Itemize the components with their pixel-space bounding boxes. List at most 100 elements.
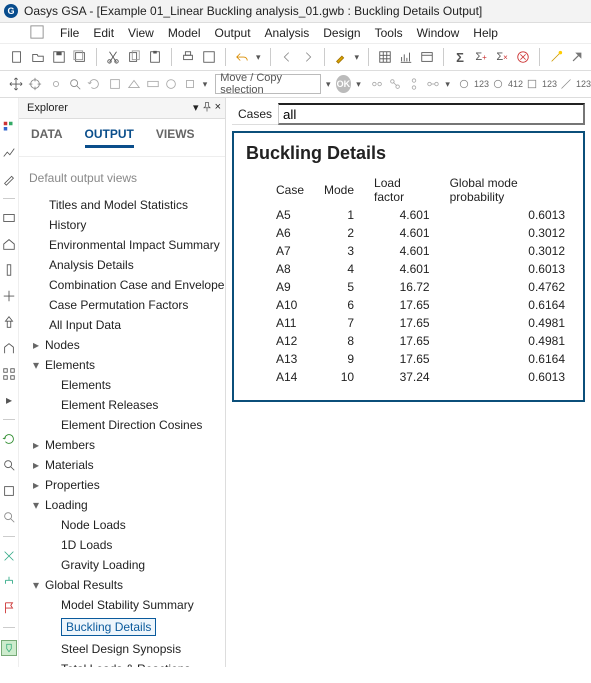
chart-icon[interactable]: [397, 48, 415, 66]
strip-pen-icon[interactable]: [2, 172, 16, 186]
view1-icon[interactable]: [107, 75, 123, 93]
tree-total-loads-reactions[interactable]: Total Loads & Reactions: [61, 659, 221, 667]
menu-window[interactable]: Window: [417, 23, 460, 43]
rotate-icon[interactable]: [86, 75, 102, 93]
menu-design[interactable]: Design: [323, 23, 360, 43]
tree-model-stability-summary[interactable]: Model Stability Summary: [61, 595, 221, 615]
move-copy-dropdown[interactable]: ▾: [324, 79, 333, 90]
menu-help[interactable]: Help: [473, 23, 498, 43]
tree-steel-design-synopsis[interactable]: Steel Design Synopsis: [61, 639, 221, 659]
strip-box-icon[interactable]: [2, 211, 16, 225]
print-icon[interactable]: [179, 48, 197, 66]
view2-icon[interactable]: [126, 75, 142, 93]
tree-properties[interactable]: Properties: [27, 475, 221, 495]
pin-icon[interactable]: [201, 101, 213, 116]
explorer-dropdown-icon[interactable]: ▾: [193, 101, 199, 116]
tree-global-results[interactable]: Global Results: [27, 575, 221, 595]
view4-icon[interactable]: [163, 75, 179, 93]
tree-1d-loads[interactable]: 1D Loads: [61, 535, 221, 555]
tree-titles-and-model-statistics[interactable]: Titles and Model Statistics: [27, 195, 221, 215]
cases-input[interactable]: [278, 103, 585, 125]
strip-square-icon[interactable]: [2, 484, 16, 498]
strip-marker-icon[interactable]: [1, 640, 17, 656]
cancel-icon[interactable]: [514, 48, 532, 66]
menu-file[interactable]: File: [60, 23, 79, 43]
ok-button[interactable]: OK: [336, 75, 352, 93]
menu-analysis[interactable]: Analysis: [265, 23, 310, 43]
grid-icon[interactable]: [376, 48, 394, 66]
brush-icon[interactable]: [332, 48, 350, 66]
strip-flag-icon[interactable]: [2, 601, 16, 615]
ok-dropdown[interactable]: ▾: [354, 79, 363, 90]
menu-view[interactable]: View: [128, 23, 154, 43]
strip-col-icon[interactable]: [2, 263, 16, 277]
tree-analysis-details[interactable]: Analysis Details: [27, 255, 221, 275]
tree-element-releases[interactable]: Element Releases: [61, 395, 221, 415]
tree-case-permutation-factors[interactable]: Case Permutation Factors: [27, 295, 221, 315]
target-icon[interactable]: [27, 75, 43, 93]
copy-icon[interactable]: [125, 48, 143, 66]
menu-edit[interactable]: Edit: [93, 23, 114, 43]
unit-4[interactable]: 123: [560, 78, 591, 90]
strip-refresh-icon[interactable]: [2, 432, 16, 446]
preview-icon[interactable]: [200, 48, 218, 66]
tree-loading[interactable]: Loading: [27, 495, 221, 515]
strip-grid-icon[interactable]: [2, 367, 16, 381]
tab-data[interactable]: DATA: [31, 127, 63, 148]
paste-icon[interactable]: [146, 48, 164, 66]
wand-icon[interactable]: [547, 48, 565, 66]
tree-elements[interactable]: Elements: [61, 375, 221, 395]
tree-gravity-loading[interactable]: Gravity Loading: [61, 555, 221, 575]
tree-element-direction-cosines[interactable]: Element Direction Cosines: [61, 415, 221, 435]
tab-output[interactable]: OUTPUT: [85, 127, 134, 148]
chain-dropdown[interactable]: ▾: [443, 79, 452, 90]
close-icon[interactable]: ×: [215, 101, 221, 116]
strip-tree-icon[interactable]: [2, 575, 16, 589]
undo-dropdown[interactable]: ▾: [254, 52, 263, 63]
strip-layers-icon[interactable]: [2, 120, 16, 134]
cut-icon[interactable]: [104, 48, 122, 66]
sigma-x-icon[interactable]: Σ×: [493, 48, 511, 66]
hammer-icon[interactable]: [568, 48, 586, 66]
tree-elements[interactable]: Elements: [27, 355, 221, 375]
tree-node-loads[interactable]: Node Loads: [61, 515, 221, 535]
strip-up-icon[interactable]: [2, 315, 16, 329]
unit-2[interactable]: 412: [492, 78, 523, 90]
tree-buckling-details[interactable]: Buckling Details: [61, 615, 221, 639]
tree-nodes[interactable]: Nodes: [27, 335, 221, 355]
chain2-icon[interactable]: [387, 75, 403, 93]
menu-tools[interactable]: Tools: [375, 23, 403, 43]
open-icon[interactable]: [29, 48, 47, 66]
strip-tri-icon[interactable]: ▸: [2, 393, 16, 407]
sigma-icon[interactable]: Σ: [451, 48, 469, 66]
zoom-icon[interactable]: [67, 75, 83, 93]
chain1-icon[interactable]: [369, 75, 385, 93]
strip-search2-icon[interactable]: [2, 510, 16, 524]
strip-search-icon[interactable]: [2, 458, 16, 472]
arrow-left-icon[interactable]: [278, 48, 296, 66]
link-icon[interactable]: [48, 75, 64, 93]
tree-all-input-data[interactable]: All Input Data: [27, 315, 221, 335]
menu-output[interactable]: Output: [215, 23, 251, 43]
tree-environmental-impact-summary[interactable]: Environmental Impact Summary: [27, 235, 221, 255]
sigma-plus-icon[interactable]: Σ+: [472, 48, 490, 66]
chain4-icon[interactable]: [425, 75, 441, 93]
view5-icon[interactable]: [182, 75, 198, 93]
unit-3[interactable]: 123: [526, 78, 557, 90]
move-copy-selector[interactable]: Move / Copy selection: [215, 74, 321, 94]
save-icon[interactable]: [50, 48, 68, 66]
tree-materials[interactable]: Materials: [27, 455, 221, 475]
undo-icon[interactable]: [233, 48, 251, 66]
strip-house-icon[interactable]: [2, 341, 16, 355]
menu-model[interactable]: Model: [168, 23, 201, 43]
strip-graph-icon[interactable]: [2, 146, 16, 160]
tree-history[interactable]: History: [27, 215, 221, 235]
strip-scissors-icon[interactable]: [2, 549, 16, 563]
strip-home-icon[interactable]: [2, 237, 16, 251]
tree-combination-case-and-envelope-d[interactable]: Combination Case and Envelope D: [27, 275, 221, 295]
move-icon[interactable]: [8, 75, 24, 93]
table-icon[interactable]: [418, 48, 436, 66]
unit-1[interactable]: 123: [458, 78, 489, 90]
brush-dropdown[interactable]: ▾: [353, 52, 362, 63]
save-all-icon[interactable]: [71, 48, 89, 66]
